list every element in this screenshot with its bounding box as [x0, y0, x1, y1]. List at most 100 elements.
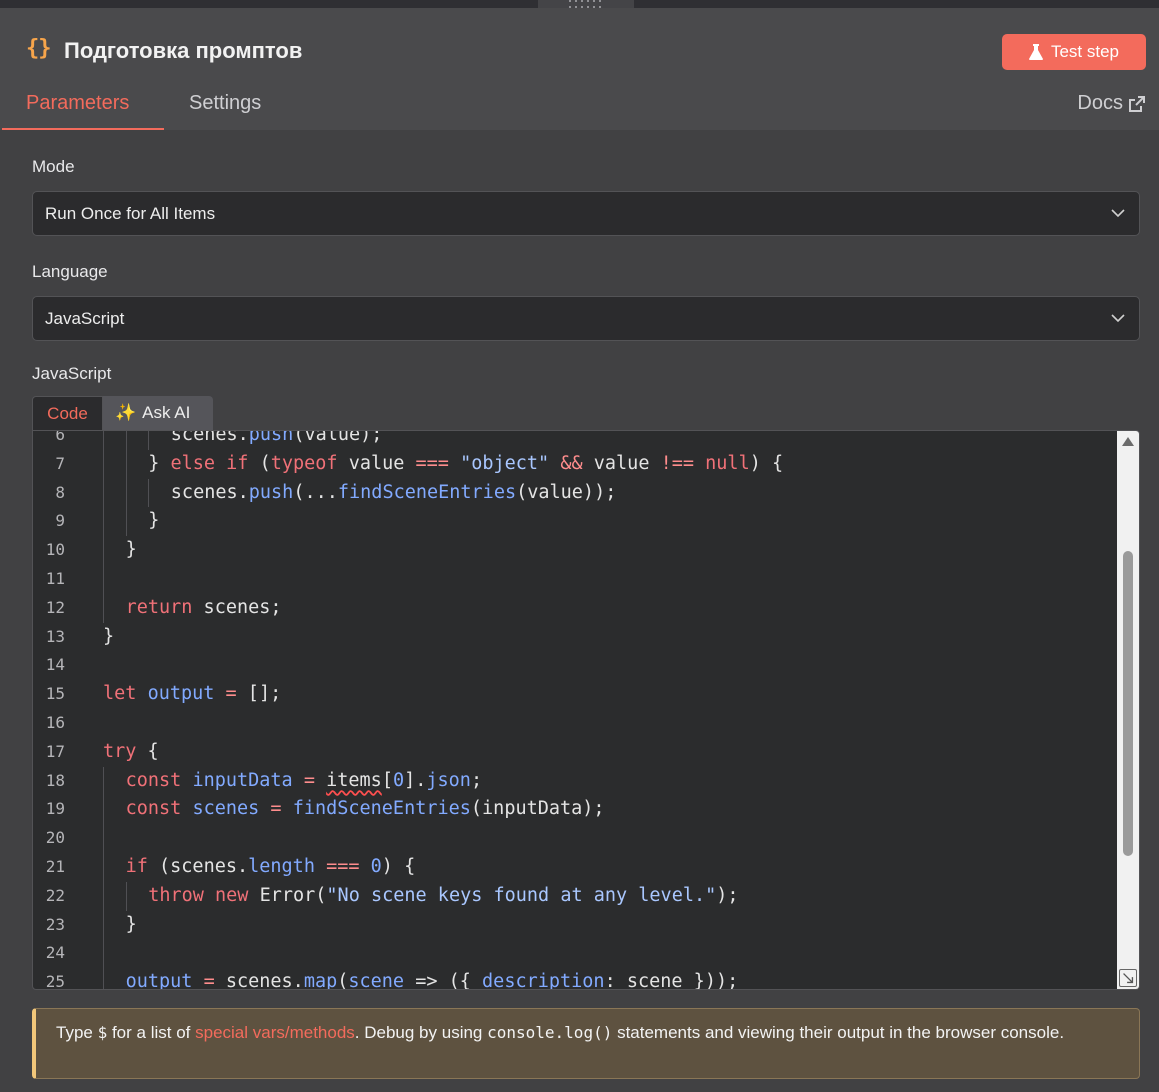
- indent-guide: [125, 449, 127, 479]
- tab-settings[interactable]: Settings: [189, 92, 261, 115]
- tab-code[interactable]: Code: [32, 396, 103, 430]
- indent-guide: [125, 431, 127, 450]
- indent-guide: [125, 881, 127, 911]
- node-title[interactable]: Подготовка промптов: [64, 38, 302, 64]
- indent-guide: [103, 795, 104, 825]
- indent-guide: [103, 852, 104, 882]
- line-number: 15: [45, 684, 65, 704]
- code-line[interactable]: 22 throw new Error("No scene keys found a…: [33, 881, 1113, 911]
- editor-scrollbar[interactable]: [1117, 431, 1139, 989]
- sparkle-icon: ✨: [115, 403, 137, 422]
- line-number: 14: [45, 655, 65, 675]
- code-section-label: JavaScript: [32, 364, 112, 383]
- code-text: }: [125, 539, 137, 561]
- code-line[interactable]: 8 scenes.push(...findSceneEntries(value))…: [33, 478, 1113, 508]
- scroll-up-arrow-icon[interactable]: [1122, 437, 1134, 446]
- line-number: 22: [45, 885, 65, 905]
- panel-header: {} Подготовка промптов Test step Paramet…: [0, 8, 1159, 130]
- indent-guide: [125, 507, 127, 537]
- code-line[interactable]: 17 try {: [33, 738, 1113, 767]
- code-text: scenes.push(value);: [170, 430, 383, 445]
- hint-code: console.log(): [487, 1023, 613, 1042]
- code-line[interactable]: 13}: [33, 623, 1113, 652]
- special-vars-link[interactable]: special vars/methods: [195, 1023, 355, 1042]
- code-line[interactable]: 10}: [33, 536, 1113, 565]
- indent-guide: [103, 536, 104, 565]
- indent-guide: [103, 478, 104, 508]
- line-number: 7: [55, 453, 65, 473]
- line-number: 10: [45, 540, 65, 560]
- indent-guide: [103, 449, 104, 479]
- test-step-label: Test step: [1050, 42, 1120, 61]
- code-lines[interactable]: 6 scenes.push(value); 7 } else if (typeof v…: [33, 430, 1113, 989]
- code-line[interactable]: 15 let output = [];: [33, 680, 1113, 709]
- mode-value: Run Once for All Items: [45, 203, 216, 223]
- line-number: 11: [45, 568, 65, 588]
- code-line[interactable]: 16: [33, 709, 1113, 738]
- scrollbar-thumb[interactable]: [1123, 551, 1133, 856]
- indent-guide: [103, 593, 104, 623]
- line-number: 18: [45, 770, 65, 790]
- code-hint-notice: Type $ for a list of special vars/method…: [32, 1008, 1140, 1079]
- external-link-icon: [1129, 95, 1145, 112]
- mode-label: Mode: [32, 157, 75, 176]
- panel-tabs: Parameters Settings Docs: [0, 92, 1159, 132]
- indent-guide: [103, 507, 104, 537]
- code-line[interactable]: 11: [33, 564, 1113, 594]
- line-number: 23: [45, 914, 65, 934]
- resize-handle-icon[interactable]: [1119, 969, 1137, 987]
- code-line[interactable]: 21 if (scenes.length === 0) {: [33, 852, 1113, 882]
- indent-guide: [103, 910, 104, 940]
- ask-ai-label: Ask AI: [142, 403, 191, 422]
- indent-guide: [103, 431, 104, 450]
- indent-guide: [148, 431, 150, 450]
- indent-guide: [103, 766, 104, 796]
- code-text: }: [125, 913, 137, 935]
- indent-guide: [103, 564, 104, 594]
- tab-ask-ai[interactable]: ✨ Ask AI: [103, 396, 213, 430]
- indent-guide: [125, 478, 127, 508]
- hint-text: . Debug by using: [354, 1023, 488, 1042]
- docs-link[interactable]: Docs: [1077, 92, 1145, 115]
- code-line[interactable]: 7 } else if (typeof value === "object" &&…: [33, 449, 1113, 479]
- line-number: 20: [45, 828, 65, 848]
- code-line[interactable]: 6 scenes.push(value);: [33, 430, 1113, 450]
- code-text: scenes.push(...findSceneEntries(value));: [170, 481, 617, 503]
- line-number: 17: [45, 741, 65, 761]
- indent-guide: [103, 824, 104, 853]
- flask-icon: [1028, 44, 1043, 60]
- code-text: } else if (typeof value === "object" && …: [148, 452, 784, 474]
- code-text: throw new Error("No scene keys found at …: [148, 884, 739, 906]
- code-line[interactable]: 25 output = scenes.map(scene => ({ descri…: [33, 968, 1113, 989]
- tab-parameters[interactable]: Parameters: [26, 92, 129, 115]
- code-line[interactable]: 20: [33, 824, 1113, 853]
- code-line[interactable]: 24: [33, 939, 1113, 969]
- indent-guide: [148, 478, 150, 508]
- code-line[interactable]: 9}: [33, 507, 1113, 537]
- code-text: if (scenes.length === 0) {: [125, 855, 416, 877]
- code-line[interactable]: 23}: [33, 910, 1113, 940]
- code-text: const inputData = items[0].json;: [125, 769, 483, 791]
- mode-select[interactable]: Run Once for All Items: [32, 191, 1140, 236]
- line-number: 8: [55, 482, 65, 502]
- indent-guide: [103, 939, 104, 969]
- code-line[interactable]: 12 return scenes;: [33, 593, 1113, 623]
- language-value: JavaScript: [45, 308, 125, 328]
- hint-text: statements and viewing their output in t…: [612, 1023, 1065, 1042]
- test-step-button[interactable]: Test step: [1002, 34, 1146, 70]
- language-select[interactable]: JavaScript: [32, 296, 1140, 341]
- hint-dollar: $: [97, 1023, 108, 1042]
- code-line[interactable]: 14: [33, 651, 1113, 680]
- chevron-down-icon: [1111, 314, 1125, 323]
- code-text: let output = [];: [103, 683, 282, 705]
- hint-text: Type: [56, 1023, 98, 1042]
- code-line[interactable]: 19 const scenes = findSceneEntries(inputD…: [33, 795, 1113, 825]
- language-label: Language: [32, 262, 108, 281]
- code-text: try {: [103, 740, 159, 762]
- code-text: const scenes = findSceneEntries(inputDat…: [125, 798, 605, 820]
- code-line[interactable]: 18 const inputData = items[0].json;: [33, 766, 1113, 796]
- code-text: return scenes;: [125, 596, 282, 618]
- code-editor[interactable]: 6 scenes.push(value); 7 } else if (typeof v…: [32, 430, 1140, 990]
- hint-text: for a list of: [107, 1023, 196, 1042]
- chevron-down-icon: [1111, 209, 1125, 218]
